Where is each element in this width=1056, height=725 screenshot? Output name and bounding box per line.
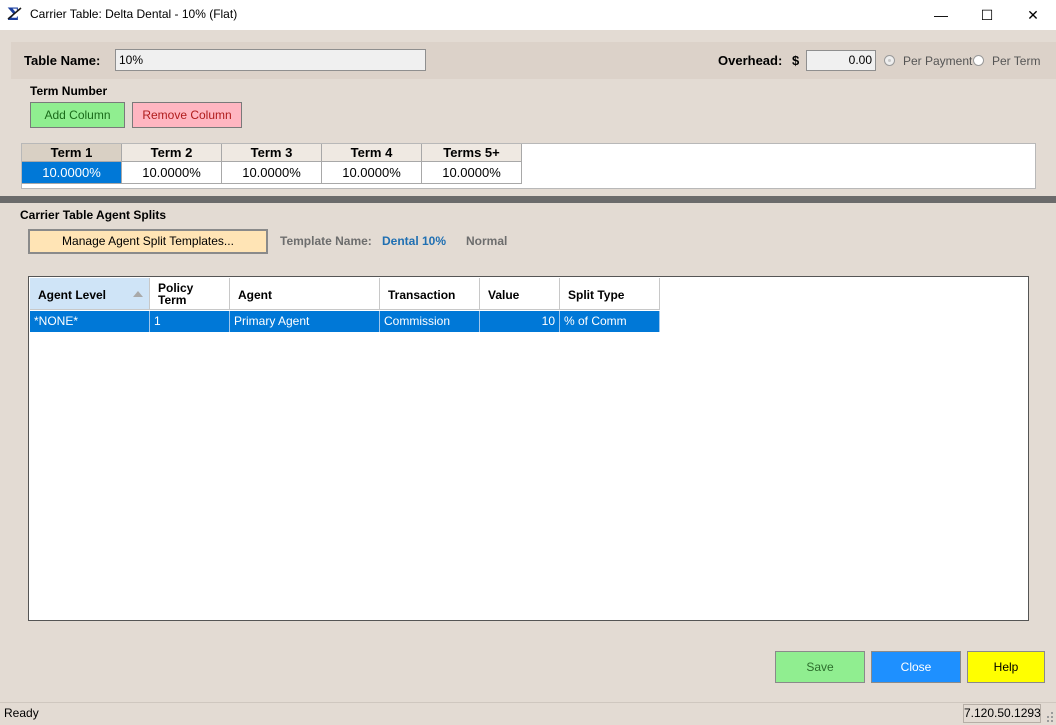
maximize-button[interactable]: ☐	[964, 0, 1010, 30]
col-header-agent-level-label: Agent Level	[38, 288, 107, 302]
sort-ascending-icon	[133, 291, 143, 297]
close-button[interactable]: Close	[871, 651, 961, 683]
term-header-3[interactable]: Term 3	[222, 144, 322, 162]
col-header-value[interactable]: Value	[480, 278, 560, 310]
template-name-label: Template Name:	[280, 234, 372, 248]
cell-agent[interactable]: Primary Agent	[230, 311, 380, 332]
per-payment-label[interactable]: Per Payment	[903, 54, 972, 68]
help-button[interactable]: Help	[967, 651, 1045, 683]
col-header-transaction-label: Transaction	[388, 288, 456, 302]
term-header-4[interactable]: Term 4	[322, 144, 422, 162]
close-window-button[interactable]: ✕	[1010, 0, 1056, 30]
per-payment-radio[interactable]	[884, 55, 895, 66]
minimize-button[interactable]: —	[918, 0, 964, 30]
template-name-value: Dental 10%	[382, 234, 447, 248]
col-header-policy-term-line2: Term	[158, 293, 187, 307]
col-header-value-label: Value	[488, 288, 520, 302]
term-header-5plus[interactable]: Terms 5+	[422, 144, 522, 162]
app-logo-icon: Σ	[6, 5, 24, 25]
save-button[interactable]: Save	[775, 651, 865, 683]
col-header-policy-term[interactable]: Policy Term	[150, 278, 230, 310]
currency-symbol: $	[792, 53, 800, 68]
per-term-label[interactable]: Per Term	[992, 54, 1040, 68]
agent-splits-title: Carrier Table Agent Splits	[20, 208, 167, 222]
term-header-1[interactable]: Term 1	[22, 144, 122, 162]
resize-grip-icon[interactable]	[1044, 710, 1054, 722]
term-value-5plus[interactable]: 10.0000%	[422, 162, 522, 184]
term-number-label: Term Number	[30, 84, 108, 98]
table-name-label: Table Name:	[24, 53, 101, 68]
cell-agent-level[interactable]: *NONE*	[30, 311, 150, 332]
overhead-label: Overhead:	[718, 53, 783, 68]
col-header-agent-label: Agent	[238, 288, 272, 302]
manage-agent-split-templates-button[interactable]: Manage Agent Split Templates...	[28, 229, 268, 254]
version-label: 7.120.50.1293	[963, 704, 1041, 723]
remove-column-button[interactable]: Remove Column	[132, 102, 242, 128]
status-bar	[0, 702, 1056, 725]
per-term-radio[interactable]	[973, 55, 984, 66]
cell-transaction[interactable]: Commission	[380, 311, 480, 332]
col-header-transaction[interactable]: Transaction	[380, 278, 480, 310]
col-header-split-type-label: Split Type	[568, 288, 625, 302]
status-text: Ready	[4, 706, 39, 720]
cell-value[interactable]: 10	[480, 311, 560, 332]
term-value-1[interactable]: 10.0000%	[22, 162, 122, 184]
term-value-2[interactable]: 10.0000%	[122, 162, 222, 184]
template-type-value: Normal	[466, 234, 508, 248]
term-header-2[interactable]: Term 2	[122, 144, 222, 162]
term-value-3[interactable]: 10.0000%	[222, 162, 322, 184]
col-header-agent[interactable]: Agent	[230, 278, 380, 310]
term-value-4[interactable]: 10.0000%	[322, 162, 422, 184]
window-title: Carrier Table: Delta Dental - 10% (Flat)	[30, 7, 238, 21]
add-column-button[interactable]: Add Column	[30, 102, 125, 128]
cell-split-type[interactable]: % of Comm	[560, 311, 660, 332]
col-header-agent-level[interactable]: Agent Level	[30, 278, 150, 310]
col-header-split-type[interactable]: Split Type	[560, 278, 660, 310]
table-name-input[interactable]: 10%	[115, 49, 426, 71]
cell-policy-term[interactable]: 1	[150, 311, 230, 332]
section-separator[interactable]	[0, 196, 1056, 203]
overhead-input[interactable]: 0.00	[806, 50, 876, 71]
